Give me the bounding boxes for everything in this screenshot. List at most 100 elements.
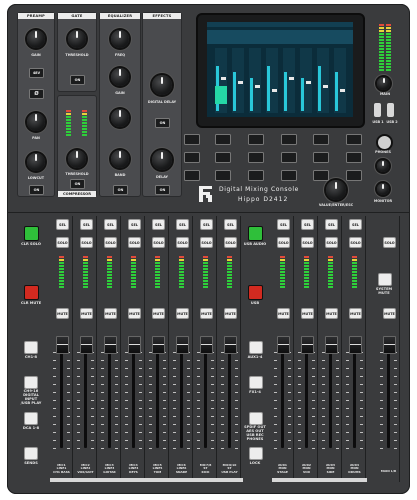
dca-button[interactable] bbox=[24, 412, 38, 425]
mute-button-4[interactable]: MUTE bbox=[128, 308, 141, 319]
mute-button-3[interactable]: MUTE bbox=[104, 308, 117, 319]
screen-key-r1-c5[interactable] bbox=[313, 134, 329, 145]
screen-fader-8[interactable] bbox=[340, 89, 345, 92]
screen-key-r2-c4[interactable] bbox=[281, 152, 297, 163]
ch9-16-button[interactable] bbox=[24, 376, 38, 389]
monitor-level-knob[interactable] bbox=[377, 183, 389, 195]
solo-button-main[interactable]: SOLO bbox=[383, 237, 396, 248]
fader-knob-4[interactable] bbox=[128, 336, 141, 354]
gain-knob[interactable] bbox=[27, 30, 45, 48]
fader-knob-2[interactable] bbox=[80, 336, 93, 354]
fader-knob-6[interactable] bbox=[176, 336, 189, 354]
screen-key-r2-c2[interactable] bbox=[215, 152, 231, 163]
48v-button[interactable]: 48V bbox=[29, 68, 44, 78]
fader-knob-1[interactable] bbox=[56, 336, 69, 354]
preamp-on-button[interactable]: ON bbox=[29, 185, 44, 195]
phase-button[interactable]: Ø bbox=[29, 89, 44, 99]
phones-level-knob[interactable] bbox=[377, 160, 389, 172]
usb2-port[interactable] bbox=[387, 103, 394, 117]
eq-band-knob[interactable] bbox=[111, 150, 129, 168]
delay-knob[interactable] bbox=[152, 150, 172, 170]
screen-key-r3-c3[interactable] bbox=[248, 170, 264, 181]
solo-button-3[interactable]: SOLO bbox=[104, 237, 117, 248]
solo-button-8[interactable]: SOLO bbox=[224, 237, 237, 248]
sends-button[interactable] bbox=[24, 447, 38, 460]
sel-button-aux1[interactable]: SEL bbox=[277, 219, 290, 230]
screen-key-r1-c1[interactable] bbox=[184, 134, 200, 145]
screen-key-r3-c1[interactable] bbox=[184, 170, 200, 181]
lowcut-knob[interactable] bbox=[27, 153, 45, 171]
screen-key-r3-c6[interactable] bbox=[346, 170, 362, 181]
main-level-knob[interactable] bbox=[377, 77, 390, 90]
eq-gain-knob[interactable] bbox=[111, 68, 129, 86]
usb-audio-button[interactable] bbox=[248, 226, 263, 241]
screen-fader-4[interactable] bbox=[272, 89, 277, 92]
screen-key-r2-c3[interactable] bbox=[248, 152, 264, 163]
sel-button-1[interactable]: SEL bbox=[56, 219, 69, 230]
comp-threshold-knob[interactable] bbox=[68, 150, 86, 168]
screen-fader-2[interactable] bbox=[238, 81, 243, 84]
sel-button-3[interactable]: SEL bbox=[104, 219, 117, 230]
sel-button-aux2[interactable]: SEL bbox=[301, 219, 314, 230]
screen-fader-6[interactable] bbox=[306, 81, 311, 84]
screen-key-r3-c5[interactable] bbox=[313, 170, 329, 181]
screen-key-r3-c4[interactable] bbox=[281, 170, 297, 181]
solo-button-1[interactable]: SOLO bbox=[56, 237, 69, 248]
sel-button-aux3[interactable]: SEL bbox=[325, 219, 338, 230]
system-mute-button[interactable] bbox=[378, 273, 392, 286]
lock-button[interactable] bbox=[249, 447, 263, 460]
fader-knob-aux1[interactable] bbox=[277, 336, 290, 354]
gate-on-button[interactable]: ON bbox=[70, 75, 85, 85]
touchscreen[interactable] bbox=[207, 22, 353, 117]
solo-button-aux4[interactable]: SOLO bbox=[349, 237, 362, 248]
fader-knob-7[interactable] bbox=[200, 336, 213, 354]
digital-delay-knob[interactable] bbox=[152, 75, 172, 95]
mute-button-aux4[interactable]: MUTE bbox=[349, 308, 362, 319]
sel-button-8[interactable]: SEL bbox=[224, 219, 237, 230]
mute-button-7[interactable]: MUTE bbox=[200, 308, 213, 319]
solo-button-aux3[interactable]: SOLO bbox=[325, 237, 338, 248]
comp-on-button[interactable]: ON bbox=[70, 179, 85, 189]
spdif-button[interactable] bbox=[249, 412, 263, 425]
usb1-port[interactable] bbox=[374, 103, 381, 117]
fader-knob-3[interactable] bbox=[104, 336, 117, 354]
eq-freq-knob-1[interactable] bbox=[111, 30, 129, 48]
fader-knob-8[interactable] bbox=[224, 336, 237, 354]
sel-button-6[interactable]: SEL bbox=[176, 219, 189, 230]
usb-button[interactable] bbox=[248, 285, 263, 300]
fx-on-button[interactable]: ON bbox=[155, 118, 170, 128]
fader-knob-5[interactable] bbox=[152, 336, 165, 354]
solo-button-5[interactable]: SOLO bbox=[152, 237, 165, 248]
eq-on-button[interactable]: ON bbox=[113, 185, 128, 195]
screen-key-r1-c6[interactable] bbox=[346, 134, 362, 145]
screen-key-r1-c3[interactable] bbox=[248, 134, 264, 145]
ch1-8-button[interactable] bbox=[24, 341, 38, 354]
mute-button-8[interactable]: MUTE bbox=[224, 308, 237, 319]
mute-button-1[interactable]: MUTE bbox=[56, 308, 69, 319]
eq-q-knob[interactable] bbox=[111, 109, 129, 127]
solo-button-4[interactable]: SOLO bbox=[128, 237, 141, 248]
delay-on-button[interactable]: ON bbox=[155, 185, 170, 195]
sel-button-7[interactable]: SEL bbox=[200, 219, 213, 230]
solo-button-7[interactable]: SOLO bbox=[200, 237, 213, 248]
mute-button-6[interactable]: MUTE bbox=[176, 308, 189, 319]
screen-fader-1[interactable] bbox=[221, 77, 226, 80]
sel-button-aux4[interactable]: SEL bbox=[349, 219, 362, 230]
solo-button-6[interactable]: SOLO bbox=[176, 237, 189, 248]
solo-button-2[interactable]: SOLO bbox=[80, 237, 93, 248]
screen-fader-5[interactable] bbox=[289, 77, 294, 80]
fader-knob-aux2[interactable] bbox=[301, 336, 314, 354]
screen-key-r2-c6[interactable] bbox=[346, 152, 362, 163]
screen-key-r1-c4[interactable] bbox=[281, 134, 297, 145]
fader-knob-aux3[interactable] bbox=[325, 336, 338, 354]
fader-knob-aux4[interactable] bbox=[349, 336, 362, 354]
sel-button-2[interactable]: SEL bbox=[80, 219, 93, 230]
mute-button-aux2[interactable]: MUTE bbox=[301, 308, 314, 319]
mute-button-2[interactable]: MUTE bbox=[80, 308, 93, 319]
screen-fader-7[interactable] bbox=[323, 85, 328, 88]
screen-key-r2-c1[interactable] bbox=[184, 152, 200, 163]
solo-button-aux1[interactable]: SOLO bbox=[277, 237, 290, 248]
screen-key-r3-c2[interactable] bbox=[215, 170, 231, 181]
sel-button-5[interactable]: SEL bbox=[152, 219, 165, 230]
sel-button-4[interactable]: SEL bbox=[128, 219, 141, 230]
